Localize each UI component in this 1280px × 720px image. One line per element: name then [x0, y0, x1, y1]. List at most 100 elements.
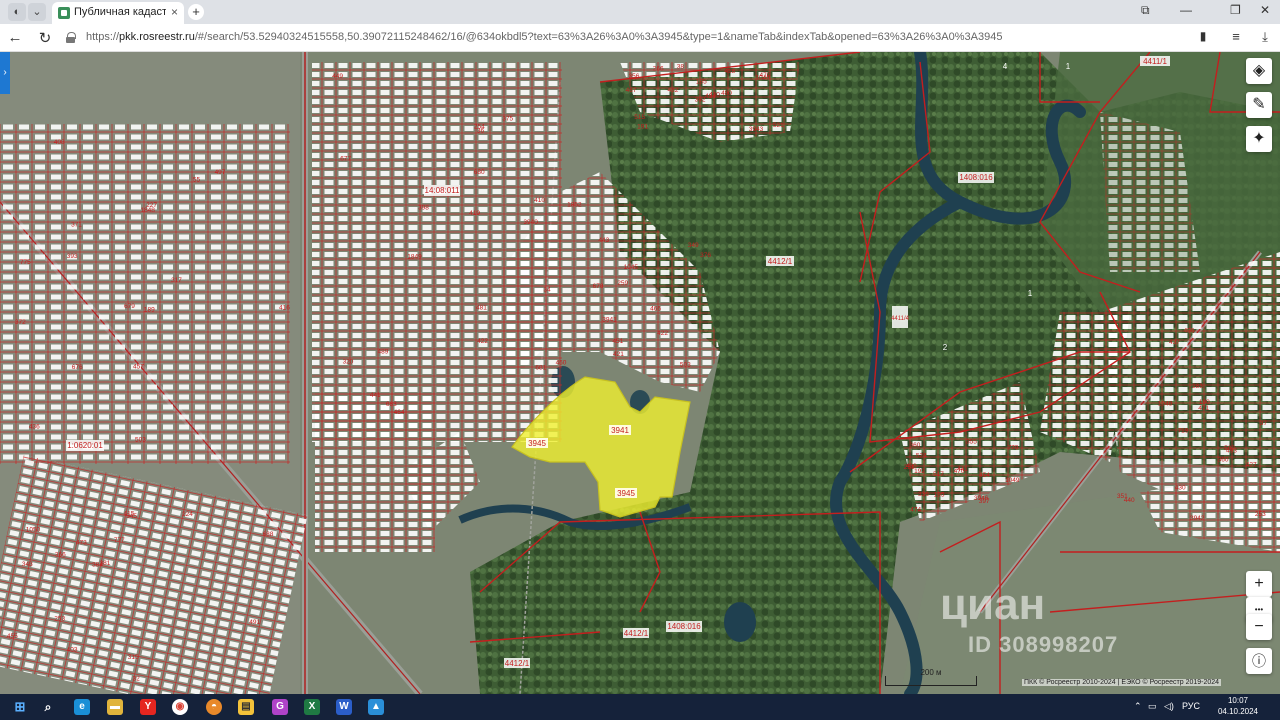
locate-button[interactable]: ✦: [1246, 126, 1272, 152]
quarter-label-2: 1408:016: [959, 173, 993, 182]
plot-number-label: 449: [332, 73, 343, 80]
quarter-label-1: 14:08:011: [425, 186, 461, 195]
new-tab-button[interactable]: +: [188, 4, 204, 20]
plot-number-label: 471: [1198, 405, 1209, 412]
map-canvas: 3941 3945 3945 14:08:011 1408:016 1408:0…: [0, 52, 1280, 694]
plot-number-label: 191: [637, 124, 648, 131]
plot-number-label: 419: [469, 210, 480, 217]
clock[interactable]: 10:07 04.10.2024: [1218, 695, 1258, 717]
info-icon: ⓘ: [1252, 653, 1266, 669]
plot-number-label: 1050: [26, 526, 41, 533]
forest-label-3: 4412/1: [505, 659, 530, 668]
yandex-browser-icon[interactable]: Y: [140, 699, 156, 715]
plot-number-label: 34: [543, 287, 551, 294]
layers-button[interactable]: ◈: [1246, 58, 1272, 84]
volume-icon[interactable]: ◁): [1164, 701, 1174, 712]
plot-number-label: 253: [1255, 511, 1266, 518]
plot-number-label: 480: [721, 90, 732, 97]
network-icon[interactable]: ▭: [1148, 701, 1157, 712]
tab-pkk[interactable]: Публичная кадастровая карта ×: [52, 2, 184, 24]
app-g-icon[interactable]: G: [272, 699, 288, 715]
tray-chevron-icon[interactable]: ⌃: [1134, 701, 1142, 712]
tab-bar: ◐ ⌄ Публичная кадастровая карта × + ⧉ — …: [0, 0, 1280, 24]
lock-icon[interactable]: [66, 32, 76, 43]
plot-number-label: 683: [386, 401, 397, 408]
plot-number-label: 489: [377, 349, 388, 356]
plot-number-label: 3943: [749, 126, 764, 133]
plot-number-label: 678: [593, 283, 604, 290]
word-icon[interactable]: W: [336, 699, 352, 715]
excel-icon[interactable]: X: [304, 699, 320, 715]
plot-number-label: 1848: [140, 207, 155, 214]
url-path: /#/search/53.52940324515558,50.390721152…: [194, 31, 1003, 43]
clock-time: 10:07: [1227, 696, 1248, 705]
highlight-label-1: 3941: [611, 426, 629, 435]
plot-number-label: 451: [612, 338, 623, 345]
reload-icon[interactable]: ↻: [36, 29, 54, 47]
plot-number-label: 55: [193, 176, 201, 183]
restore-icon[interactable]: ❐: [1230, 3, 1241, 17]
zoom-in-button[interactable]: +: [1246, 571, 1272, 597]
plot-number-label: 424: [705, 93, 716, 100]
cian-watermark-id: ID 308998207: [968, 632, 1119, 657]
ruler-button[interactable]: ✎: [1246, 92, 1272, 118]
tab-close-icon[interactable]: ×: [171, 5, 178, 19]
plot-number-label: 422: [657, 330, 668, 337]
tab-list-chevron-icon[interactable]: ⌄: [28, 3, 46, 21]
close-window-icon[interactable]: ✕: [1260, 3, 1270, 17]
map-attribution: ПКК © Росреестр 2010-2024 | ЕЭКО © Росре…: [1022, 679, 1222, 686]
tab-title: Публичная кадастровая карта: [74, 6, 166, 18]
plot-number-label: 349: [688, 242, 699, 249]
plot-number-label: 375: [502, 116, 513, 123]
rosreestr-favicon-icon: [58, 7, 70, 19]
plot-number-label: 266: [653, 66, 664, 73]
zoom-out-button[interactable]: −: [1246, 614, 1272, 640]
cadastral-map[interactable]: 3941 3945 3945 14:08:011 1408:016 1408:0…: [0, 52, 1280, 694]
firefox-icon[interactable]: ◓: [206, 699, 222, 715]
plot-number-label: 3946: [974, 495, 989, 502]
plot-number-label: 467: [626, 87, 637, 94]
back-icon[interactable]: ←: [6, 29, 24, 46]
profile-icon[interactable]: ◐: [8, 3, 26, 21]
info-button[interactable]: ⓘ: [1246, 648, 1272, 674]
url-prefix: https://: [86, 31, 120, 43]
plot-number-label: 408: [54, 139, 65, 146]
plot-number-label: 36: [477, 127, 485, 134]
image-viewer-icon[interactable]: ▲: [368, 699, 384, 715]
search-icon[interactable]: ⌕: [40, 699, 56, 715]
edge-icon[interactable]: e: [74, 699, 90, 715]
clock-date: 04.10.2024: [1217, 707, 1258, 716]
explorer-icon[interactable]: ▬: [107, 699, 123, 715]
notes-icon[interactable]: ▤: [238, 699, 254, 715]
bookmark-icon[interactable]: ▮: [1194, 29, 1212, 43]
quarter-label-4: 1:0620:01: [67, 441, 103, 450]
plot-number-label: 454: [979, 472, 990, 479]
scale-label: 200 м: [920, 668, 942, 677]
language-indicator[interactable]: РУС: [1182, 701, 1200, 711]
plot-number-label: 189: [144, 307, 155, 314]
download-icon[interactable]: ⤓: [1256, 29, 1274, 45]
ruler-icon: ✎: [1252, 96, 1266, 113]
plot-number-label: 32: [132, 675, 140, 682]
plot-number-label: 251: [904, 464, 915, 471]
plot-number-label: 360: [1218, 457, 1229, 464]
chrome-icon[interactable]: ◉: [172, 699, 188, 715]
menu-icon[interactable]: ≡: [1227, 29, 1245, 44]
plot-number-label: 473: [76, 540, 87, 547]
plot-number-label: 416: [279, 305, 290, 312]
side-panel-toggle[interactable]: ›: [0, 52, 10, 94]
plot-number-label: 356: [628, 73, 639, 80]
plot-number-label: 1046: [756, 75, 771, 82]
plot-number-label: 436: [29, 423, 40, 430]
start-windows-icon[interactable]: ⊞: [12, 699, 28, 715]
collections-icon[interactable]: ⧉: [1141, 3, 1150, 18]
quarter-label-3: 1408:016: [667, 622, 701, 631]
address-bar: ← ↻ https://pkk.rosreestr.ru/#/search/53…: [0, 24, 1280, 52]
plot-number-label: 398: [418, 205, 429, 212]
minimize-icon[interactable]: —: [1180, 3, 1192, 17]
url-field[interactable]: https://pkk.rosreestr.ru/#/search/53.529…: [86, 31, 1186, 43]
plot-number-label: 677: [340, 155, 351, 162]
plot-number-label: 443: [598, 237, 609, 244]
plot-number-label: 680: [474, 169, 485, 176]
plot-number-label: 679: [124, 303, 135, 310]
